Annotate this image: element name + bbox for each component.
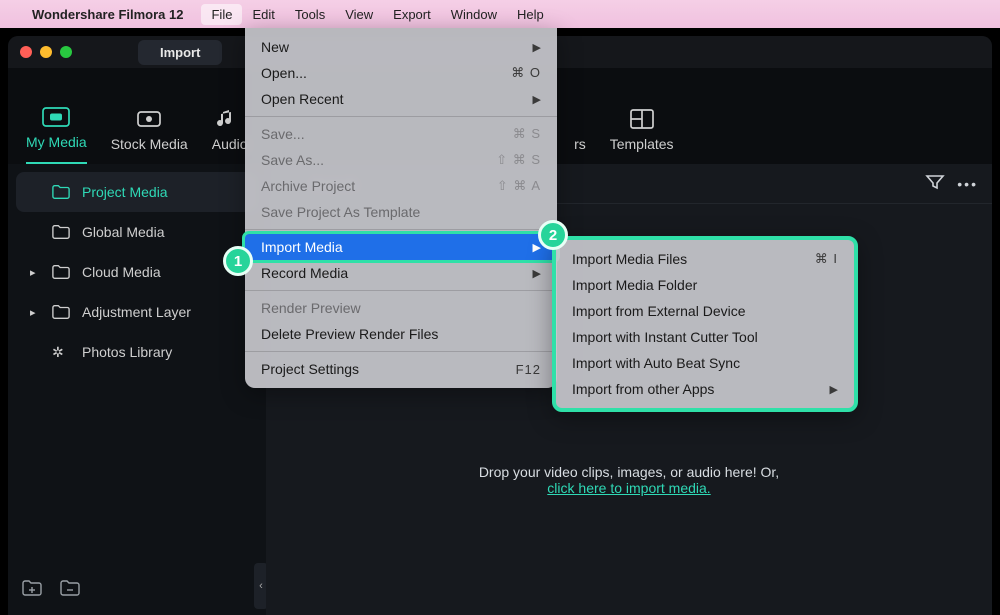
import-media-link[interactable]: click here to import media. — [547, 480, 710, 496]
menu-item-archive-project: Archive Project⇧ ⌘ A — [245, 173, 557, 199]
import-media-submenu: Import Media Files⌘ I Import Media Folde… — [552, 236, 858, 412]
file-menu: New▶ Open...⌘ O Open Recent▶ Save...⌘ S … — [245, 28, 557, 388]
mac-menubar: Wondershare Filmora 12 File Edit Tools V… — [0, 0, 1000, 28]
photos-icon: ✲ — [52, 344, 70, 360]
dropzone-text: Drop your video clips, images, or audio … — [266, 464, 992, 496]
menu-item-save-as: Save As...⇧ ⌘ S — [245, 147, 557, 173]
menubar-item-edit[interactable]: Edit — [242, 4, 284, 25]
close-window-button[interactable] — [20, 46, 32, 58]
new-folder-icon[interactable] — [22, 580, 42, 601]
callout-badge-1: 1 — [223, 246, 253, 276]
menubar-item-export[interactable]: Export — [383, 4, 441, 25]
tab-my-media[interactable]: My Media — [26, 106, 87, 164]
sidebar-item-project-media[interactable]: Project Media — [16, 172, 258, 212]
chevron-right-icon[interactable]: ▸ — [30, 306, 40, 319]
folder-icon — [52, 264, 70, 280]
menubar-item-window[interactable]: Window — [441, 4, 507, 25]
tab-label: rs — [574, 136, 586, 152]
audio-icon — [212, 108, 240, 130]
folder-icon — [52, 184, 70, 200]
menubar-item-view[interactable]: View — [335, 4, 383, 25]
dropzone-line1: Drop your video clips, images, or audio … — [479, 464, 779, 480]
menu-item-import-media-folder[interactable]: Import Media Folder — [556, 272, 854, 298]
menu-item-open-recent[interactable]: Open Recent▶ — [245, 86, 557, 112]
menu-item-import-auto-beat-sync[interactable]: Import with Auto Beat Sync — [556, 350, 854, 376]
tab-label: My Media — [26, 134, 87, 150]
menu-item-import-media[interactable]: Import Media▶ — [245, 234, 557, 260]
tab-label: Templates — [610, 136, 674, 152]
sidebar-item-cloud-media[interactable]: ▸ Cloud Media — [16, 252, 258, 292]
folder-icon — [52, 304, 70, 320]
menubar-item-tools[interactable]: Tools — [285, 4, 335, 25]
traffic-lights — [20, 46, 72, 58]
minimize-window-button[interactable] — [40, 46, 52, 58]
more-options-icon[interactable]: ••• — [957, 176, 978, 192]
sidebar-footer — [8, 572, 266, 609]
menu-separator — [245, 351, 557, 352]
tab-stickers[interactable]: rs — [556, 108, 586, 164]
import-button[interactable]: Import — [138, 40, 222, 65]
sidebar: Project Media Global Media ▸ Cloud Media… — [8, 164, 266, 615]
menubar-item-help[interactable]: Help — [507, 4, 554, 25]
menu-item-save: Save...⌘ S — [245, 121, 557, 147]
cloud-media-icon — [135, 108, 163, 130]
app-title: Wondershare Filmora 12 — [32, 7, 183, 22]
menu-item-open[interactable]: Open...⌘ O — [245, 60, 557, 86]
menu-item-delete-preview-files[interactable]: Delete Preview Render Files — [245, 321, 557, 347]
menu-separator — [245, 116, 557, 117]
tab-label: Stock Media — [111, 136, 188, 152]
menu-item-new[interactable]: New▶ — [245, 34, 557, 60]
sidebar-item-label: Cloud Media — [82, 264, 161, 280]
menubar-item-file[interactable]: File — [201, 4, 242, 25]
filter-icon[interactable] — [925, 174, 945, 193]
menu-item-import-instant-cutter[interactable]: Import with Instant Cutter Tool — [556, 324, 854, 350]
delete-folder-icon[interactable] — [60, 580, 80, 601]
sticker-icon — [558, 108, 586, 130]
callout-badge-2: 2 — [538, 220, 568, 250]
menu-item-project-settings[interactable]: Project SettingsF12 — [245, 356, 557, 382]
chevron-right-icon[interactable]: ▸ — [30, 266, 40, 279]
menu-item-render-preview: Render Preview — [245, 295, 557, 321]
templates-icon — [628, 108, 656, 130]
tab-templates[interactable]: Templates — [610, 108, 674, 164]
tab-stock-media[interactable]: Stock Media — [111, 108, 188, 164]
maximize-window-button[interactable] — [60, 46, 72, 58]
menu-item-import-external-device[interactable]: Import from External Device — [556, 298, 854, 324]
sidebar-item-photos-library[interactable]: ✲ Photos Library — [16, 332, 258, 372]
menu-item-import-media-files[interactable]: Import Media Files⌘ I — [556, 246, 854, 272]
sidebar-item-label: Project Media — [82, 184, 168, 200]
menu-separator — [245, 290, 557, 291]
menu-item-record-media[interactable]: Record Media▶ — [245, 260, 557, 286]
sidebar-item-global-media[interactable]: Global Media — [16, 212, 258, 252]
menu-item-import-other-apps[interactable]: Import from other Apps▶ — [556, 376, 854, 402]
sidebar-item-label: Global Media — [82, 224, 165, 240]
sidebar-item-label: Photos Library — [82, 344, 172, 360]
folder-icon — [52, 224, 70, 240]
media-icon — [42, 106, 70, 128]
sidebar-item-label: Adjustment Layer — [82, 304, 191, 320]
menu-separator — [245, 229, 557, 230]
sidebar-item-adjustment-layer[interactable]: ▸ Adjustment Layer — [16, 292, 258, 332]
menu-item-save-as-template: Save Project As Template — [245, 199, 557, 225]
